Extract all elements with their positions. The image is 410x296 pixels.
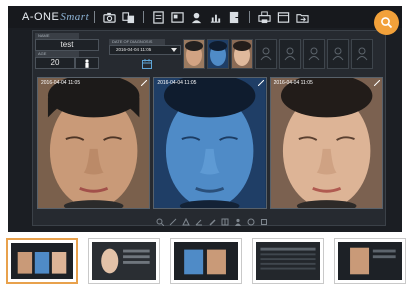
carousel-thumb-1[interactable] [6,238,78,284]
empty-slot-person-icon[interactable] [303,39,325,69]
circle-tool-icon[interactable] [247,213,255,226]
pen-tool-icon[interactable] [208,213,216,226]
export-icon[interactable] [227,10,242,25]
layout-icon[interactable] [170,10,185,25]
report-icon[interactable] [151,10,166,25]
diagnosis-date: DATE OF DIAGNOSIS 2016-04-04 11:05 [109,39,181,73]
line-tool-icon[interactable] [169,213,177,226]
resize-corner-icon[interactable] [257,80,264,86]
window-icon[interactable] [276,10,291,25]
triangle-tool-icon[interactable] [182,213,190,226]
empty-slot-person-icon[interactable] [255,39,277,69]
face-normal-illustration [38,78,150,208]
date-value: 2016-04-04 11:05 [116,47,152,52]
toolbar-separator [249,11,251,23]
resize-corner-icon[interactable] [141,80,148,86]
carousel-thumb-4[interactable] [252,238,324,284]
camera-icon[interactable] [102,10,117,25]
toolbar-separator [94,11,96,23]
preview-single-face [350,247,396,275]
age-field[interactable]: 20 [35,57,75,69]
face-image-normal[interactable]: 2016-04-04 11:05 [37,77,151,209]
grid-tool-icon[interactable] [221,213,229,226]
zoom-search-icon[interactable] [374,10,399,35]
chart-icon[interactable] [208,10,223,25]
empty-slot-person-icon[interactable] [351,39,373,69]
face-image-polarized[interactable]: 2016-04-04 11:05 [269,77,383,209]
app-logo: A-ONESmart [22,11,89,23]
carousel-thumb-3[interactable] [170,238,242,284]
face-image-uv[interactable]: 2016-04-04 11:05 [153,77,267,209]
patient-form: NAME test AGE 20 [35,33,101,75]
diagnosis-panel: NAME test AGE 20 DATE OF DIAGNOSIS 2016-… [32,30,386,227]
folder-icon[interactable] [295,10,310,25]
print-icon[interactable] [257,10,272,25]
person-icon[interactable] [189,10,204,25]
carousel-preview [256,242,320,280]
name-field[interactable]: test [35,39,99,51]
age-row: 20 [35,57,99,69]
app-screenshot: A-ONESmart NAME test AGE 20 DATE OF DIAG… [8,6,402,232]
empty-slot-person-icon[interactable] [327,39,349,69]
square-tool-icon[interactable] [260,213,268,225]
preview-face-analysis [94,243,154,279]
date-select[interactable]: 2016-04-04 11:05 [109,45,181,55]
image-tool-bar [137,211,287,227]
carousel-thumb-5[interactable] [334,238,406,284]
screenshot-carousel [6,238,406,286]
carousel-preview [338,242,402,280]
preview-data-table [260,247,316,270]
capture-thumb-normal[interactable] [183,39,205,69]
toolbar-separator [143,11,145,23]
capture-thumb-polarized[interactable] [231,39,253,69]
zoom-tool-icon[interactable] [156,213,165,227]
carousel-preview [11,243,73,279]
angle-tool-icon[interactable] [195,213,203,226]
top-toolbar: A-ONESmart [8,6,402,28]
image-timestamp: 2016-04-04 11:05 [273,80,313,86]
preview-three-faces [17,252,67,274]
carousel-preview [92,242,156,280]
capture-thumb-uv[interactable] [207,39,229,69]
chevron-down-icon [171,48,177,52]
face-polarized-illustration [270,78,382,208]
logo-main: A-ONE [22,11,60,23]
face-image-comparison: 2016-04-04 11:05 2016-04-04 11:05 2016-0… [37,77,383,209]
carousel-preview [174,242,238,280]
calendar-icon[interactable] [141,57,153,69]
preview-two-faces [184,249,226,275]
empty-slot-person-icon[interactable] [279,39,301,69]
person-tool-icon[interactable] [234,213,242,226]
image-timestamp: 2016-04-04 11:05 [41,80,81,86]
logo-sub: Smart [60,11,90,23]
compare-icon[interactable] [121,10,136,25]
capture-thumbnail-strip [183,39,383,69]
resize-corner-icon[interactable] [373,80,380,86]
image-timestamp: 2016-04-04 11:05 [157,80,197,86]
carousel-thumb-2[interactable] [88,238,160,284]
face-uv-illustration [154,78,266,208]
gender-male-icon[interactable] [75,57,99,69]
